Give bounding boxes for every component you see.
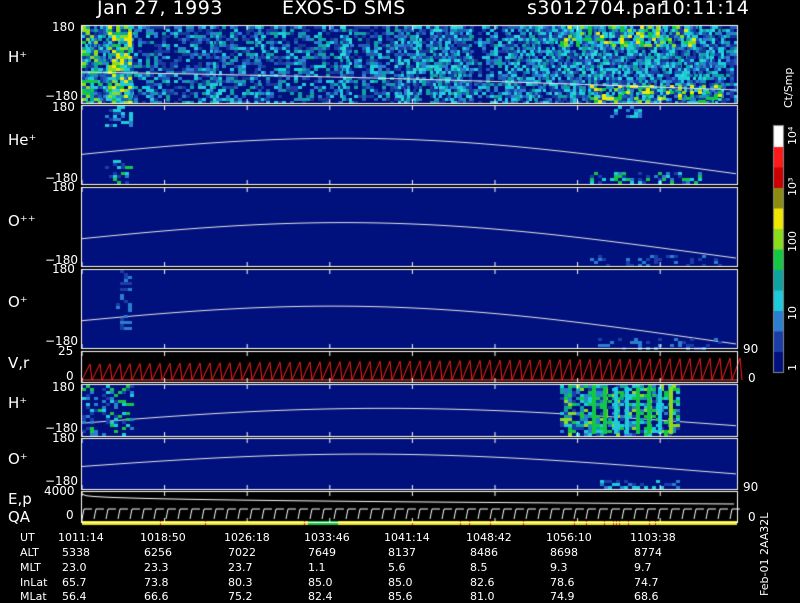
ephemeris-cell: 1011:14: [58, 531, 104, 544]
ephemeris-cell: 75.2: [228, 590, 253, 603]
ephemeris-cell: 1026:18: [224, 531, 270, 544]
panel-label-vr: V,r: [8, 354, 30, 372]
panel-label-h-plus-2: H⁺: [8, 394, 28, 412]
panel-label-o-plus: O⁺: [8, 293, 28, 311]
ephemeris-cell: 8.5: [470, 561, 488, 574]
ephemeris-cell: 5.6: [388, 561, 406, 574]
ephemeris-cell: 56.4: [62, 590, 87, 603]
file-time: 10:11:14: [660, 0, 750, 19]
ephemeris-cell: 82.4: [308, 590, 333, 603]
ephemeris-cell: 85.6: [388, 590, 413, 603]
ephemeris-row-label: UT: [20, 531, 35, 544]
y-tick-p4-top: 180: [52, 262, 75, 276]
colorbar-tick-1e3: 10³: [786, 177, 799, 196]
ephemeris-cell: 6256: [144, 546, 172, 559]
ephemeris-cell: 9.7: [634, 561, 652, 574]
colorbar-unit-label: Ct/Smp: [782, 67, 795, 108]
ephemeris-cell: 8486: [470, 546, 498, 559]
ephemeris-cell: 78.6: [550, 576, 575, 589]
ephemeris-row-label: ALT: [20, 546, 39, 559]
y-tick-p1-top: 180: [52, 20, 75, 34]
ephemeris-cell: 1.1: [308, 561, 326, 574]
plot-date: Jan 27, 1993: [97, 0, 223, 19]
file-name: s3012704.par: [527, 0, 666, 19]
y-tick-p6-top: 180: [52, 380, 75, 394]
right-tick-p5-top: 90: [743, 342, 759, 356]
panel-label-qa: QA: [8, 508, 31, 526]
y-tick-p8-bottom: 0: [66, 508, 74, 522]
panel-label-h-plus: H⁺: [8, 48, 28, 66]
spectrogram-canvas: [0, 0, 800, 600]
ephemeris-cell: 23.7: [228, 561, 253, 574]
ephemeris-cell: 68.6: [634, 590, 659, 603]
right-tick-p5-bottom: 0: [748, 371, 756, 385]
ephemeris-cell: 74.9: [550, 590, 575, 603]
ephemeris-cell: 74.7: [634, 576, 659, 589]
colorbar-tick-1e4: 10⁴: [786, 126, 799, 145]
y-tick-p8-top: 4000: [44, 484, 75, 498]
ephemeris-cell: 85.0: [308, 576, 333, 589]
ephemeris-cell: 1103:38: [630, 531, 676, 544]
ephemeris-cell: 65.7: [62, 576, 87, 589]
right-tick-p8-top: 90: [743, 480, 759, 494]
side-stamp: Feb-01 2AA32L: [758, 512, 771, 596]
ephemeris-cell: 8137: [388, 546, 416, 559]
colorbar-tick-100: 100: [786, 231, 799, 252]
ephemeris-cell: 5338: [62, 546, 90, 559]
ephemeris-cell: 23.0: [62, 561, 87, 574]
y-tick-p2-top: 180: [52, 100, 75, 114]
ephemeris-cell: 1048:42: [466, 531, 512, 544]
ephemeris-cell: 81.0: [470, 590, 495, 603]
panel-label-ep: E,p: [8, 490, 32, 508]
ephemeris-cell: 85.0: [388, 576, 413, 589]
ephemeris-cell: 1033:46: [304, 531, 350, 544]
ephemeris-cell: 8774: [634, 546, 662, 559]
ephemeris-cell: 82.6: [470, 576, 495, 589]
panel-label-he-plus: He⁺: [8, 131, 37, 149]
right-tick-p8-bottom: 0: [748, 510, 756, 524]
y-tick-p7-top: 180: [52, 431, 75, 445]
ephemeris-cell: 1041:14: [384, 531, 430, 544]
instrument-title: EXOS-D SMS: [282, 0, 406, 19]
ephemeris-cell: 23.3: [144, 561, 169, 574]
panel-label-o-plus-plus: O⁺⁺: [8, 212, 36, 230]
ephemeris-row-label: InLat: [20, 576, 48, 589]
ephemeris-row-label: MLT: [20, 561, 41, 574]
colorbar-tick-10: 10: [786, 306, 799, 320]
ephemeris-cell: 9.3: [550, 561, 568, 574]
y-tick-p3-top: 180: [52, 180, 75, 194]
ephemeris-cell: 7022: [228, 546, 256, 559]
ephemeris-cell: 8698: [550, 546, 578, 559]
ephemeris-cell: 1056:10: [546, 531, 592, 544]
y-tick-p5-top: 25: [58, 344, 74, 358]
ephemeris-cell: 80.3: [228, 576, 253, 589]
ephemeris-cell: 7649: [308, 546, 336, 559]
panel-label-o-plus-2: O⁺: [8, 450, 28, 468]
ephemeris-cell: 73.8: [144, 576, 169, 589]
ephemeris-cell: 1018:50: [140, 531, 186, 544]
colorbar-tick-1: 1: [786, 364, 799, 371]
ephemeris-cell: 66.6: [144, 590, 169, 603]
ephemeris-row-label: MLat: [20, 590, 47, 603]
